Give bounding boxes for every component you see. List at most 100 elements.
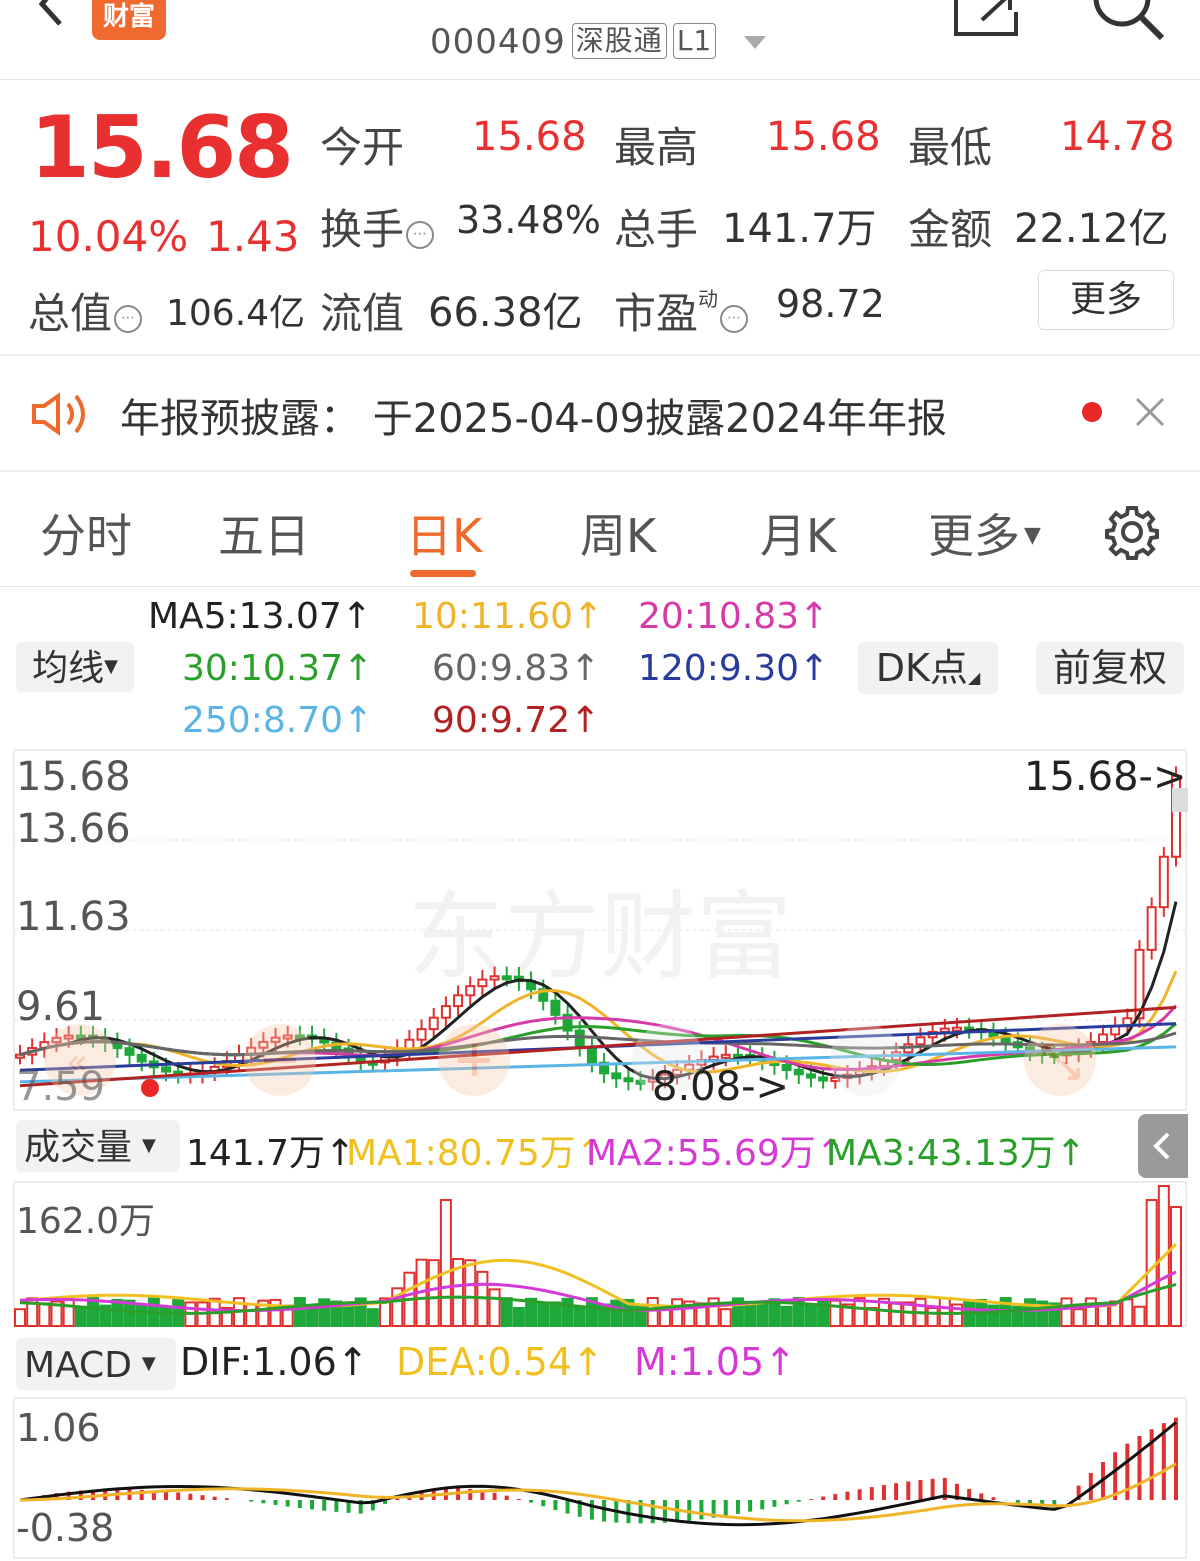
candle-body bbox=[915, 1036, 926, 1046]
candle-body bbox=[611, 1072, 622, 1080]
candle-body bbox=[623, 1077, 634, 1083]
info-icon[interactable]: ⋯ bbox=[114, 305, 143, 333]
volume-bar bbox=[987, 1304, 1000, 1327]
level-badge: L1 bbox=[672, 23, 717, 59]
tab-weekly-k[interactable]: 周K bbox=[580, 500, 656, 566]
share-icon[interactable] bbox=[952, 0, 1020, 38]
volume-bar bbox=[744, 1302, 757, 1328]
candle-body bbox=[1158, 855, 1169, 909]
stock-code[interactable]: 000409 深股通 L1 bbox=[430, 22, 717, 62]
last-price-marker: 15.68-> bbox=[1024, 754, 1187, 800]
candle-body bbox=[489, 975, 500, 981]
open-label: 今开 bbox=[320, 123, 405, 172]
volume-bar bbox=[160, 1306, 173, 1328]
change-amount: 1.43 bbox=[206, 212, 300, 261]
tab-more[interactable]: 更多 ▼ bbox=[928, 500, 1041, 566]
volume-bar bbox=[756, 1300, 769, 1327]
scroll-handle[interactable] bbox=[1172, 788, 1188, 812]
change-percent: 10.04% bbox=[28, 212, 189, 261]
next-icon[interactable] bbox=[830, 1024, 902, 1096]
y-axis-label: 13.66 bbox=[16, 806, 131, 852]
turnover-value: 33.48% bbox=[456, 198, 601, 242]
adjust-price-button[interactable]: 前复权 bbox=[1036, 642, 1184, 694]
ma30-label: 30:10.37↑ bbox=[182, 648, 374, 689]
macd-y-bottom: -0.38 bbox=[16, 1506, 115, 1550]
tab-daily-k[interactable]: 日K bbox=[406, 500, 482, 566]
divider bbox=[0, 470, 1200, 472]
candle-body bbox=[477, 978, 488, 988]
search-icon[interactable] bbox=[1084, 0, 1168, 44]
ma-selector[interactable]: 均线▼ bbox=[16, 642, 134, 692]
mktcap-value: 106.4亿 bbox=[166, 293, 306, 334]
volume-y-top: 162.0万 bbox=[16, 1201, 156, 1242]
ma5-label: MA5:13.07↑ bbox=[148, 596, 372, 637]
tab-monthly-k[interactable]: 月K bbox=[760, 500, 836, 566]
more-quote-button[interactable]: 更多 bbox=[1038, 270, 1174, 330]
candle-body bbox=[161, 1066, 172, 1073]
info-icon[interactable]: ⋯ bbox=[720, 305, 749, 333]
candle-body bbox=[818, 1076, 829, 1082]
candle-body bbox=[574, 1029, 585, 1048]
collapse-panel-button[interactable] bbox=[1138, 1114, 1188, 1178]
volume-bar bbox=[439, 1199, 452, 1327]
app-logo: 财富 bbox=[92, 0, 166, 40]
macd-dea: DEA:0.54↑ bbox=[396, 1340, 604, 1384]
ma90-label: 90:9.72↑ bbox=[432, 700, 601, 741]
chevron-down-icon[interactable] bbox=[744, 36, 766, 49]
macd-indicator-selector[interactable]: MACD ▼ bbox=[16, 1338, 176, 1390]
dk-point-button[interactable]: DK点◢ bbox=[858, 642, 998, 694]
gear-icon[interactable] bbox=[1104, 504, 1160, 560]
last-price: 15.68 bbox=[30, 98, 294, 198]
turnover-label: 换手 ⋯ bbox=[320, 196, 435, 257]
volume-bar bbox=[135, 1303, 148, 1328]
volume-bar bbox=[780, 1305, 793, 1328]
divider bbox=[0, 586, 1200, 587]
candle-body bbox=[805, 1073, 816, 1079]
volume-bar bbox=[38, 1302, 51, 1328]
tab-five-day[interactable]: 五日 bbox=[218, 500, 310, 566]
volume-bar bbox=[269, 1298, 282, 1328]
candle-body bbox=[416, 1028, 427, 1041]
volume-bar bbox=[890, 1301, 903, 1328]
candle-body bbox=[720, 1053, 731, 1059]
candle-body bbox=[136, 1053, 147, 1063]
volume-current: 141.7万↑ bbox=[186, 1133, 356, 1174]
back-icon[interactable] bbox=[28, 0, 78, 32]
volume-bar bbox=[1133, 1305, 1146, 1327]
connect-badge: 深股通 bbox=[571, 23, 667, 59]
float-value: 66.38亿 bbox=[428, 290, 583, 336]
volume-bar bbox=[1121, 1298, 1134, 1328]
volume-bar bbox=[512, 1307, 525, 1328]
macd-dif: DIF:1.06↑ bbox=[180, 1340, 369, 1384]
macd-lines bbox=[19, 1421, 1177, 1527]
volume-bar bbox=[87, 1297, 100, 1328]
notice-text[interactable]: 年报预披露： 于2025-04-09披露2024年年报 bbox=[120, 386, 947, 444]
low-label: 最低 bbox=[908, 123, 993, 172]
volume-indicator-selector[interactable]: 成交量 ▼ bbox=[16, 1120, 180, 1172]
top-nav-bar: 财富 000409 深股通 L1 bbox=[0, 0, 1200, 80]
volume-bar bbox=[561, 1297, 574, 1327]
y-axis-label: 9.61 bbox=[16, 984, 106, 1030]
candle-body bbox=[440, 1005, 451, 1019]
close-icon[interactable] bbox=[1134, 396, 1166, 428]
info-icon[interactable]: ⋯ bbox=[406, 221, 435, 249]
candle-body bbox=[1097, 1033, 1108, 1043]
volume-bar bbox=[1072, 1308, 1085, 1328]
ma10-label: 10:11.60↑ bbox=[412, 596, 604, 637]
volume-bars bbox=[14, 1185, 1182, 1328]
volume-value: 141.7万 bbox=[722, 206, 877, 252]
stock-code-text: 000409 bbox=[430, 22, 566, 62]
event-marker-dot[interactable] bbox=[141, 1079, 159, 1097]
volume-bar bbox=[306, 1305, 319, 1328]
ma60-label: 60:9.83↑ bbox=[432, 648, 601, 689]
volume-bar bbox=[549, 1301, 562, 1327]
volume-bar bbox=[500, 1297, 513, 1328]
unread-dot bbox=[1082, 402, 1102, 422]
candle-body bbox=[793, 1068, 804, 1076]
float-label: 流值 bbox=[320, 289, 405, 338]
ma20-label: 20:10.83↑ bbox=[638, 596, 830, 637]
low-value: 14.78 bbox=[1060, 114, 1175, 160]
pe-label: 市盈动⋯ bbox=[614, 280, 749, 341]
tab-intraday[interactable]: 分时 bbox=[40, 500, 132, 566]
amount-label: 金额 bbox=[908, 205, 993, 254]
